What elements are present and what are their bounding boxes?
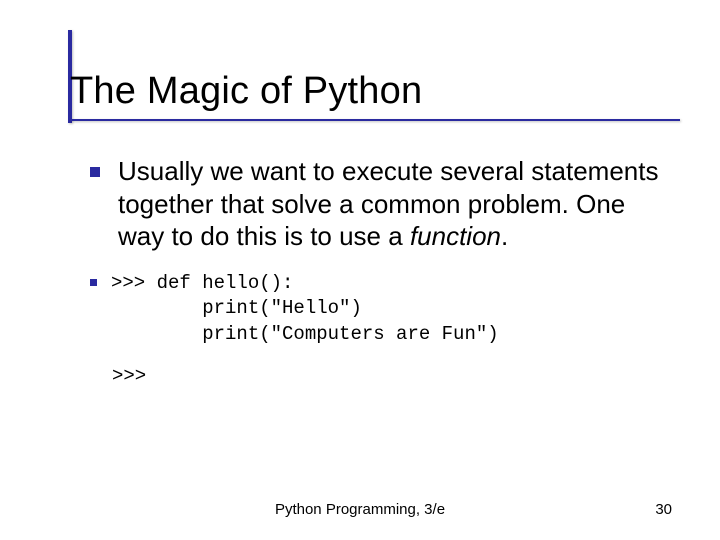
slide-title: The Magic of Python <box>70 70 680 113</box>
bullet-square-icon <box>90 279 97 286</box>
page-number: 30 <box>655 501 672 518</box>
bullet-text-plain: Usually we want to execute several state… <box>118 156 658 251</box>
title-area: The Magic of Python <box>70 70 680 121</box>
bullet-square-icon <box>90 167 100 177</box>
code-line: >>> def hello(): <box>111 272 293 294</box>
slide: The Magic of Python Usually we want to e… <box>0 0 720 540</box>
code-line: print("Computers are Fun") <box>111 323 499 345</box>
code-block: >>> def hello(): print("Hello") print("C… <box>111 271 499 348</box>
title-underline <box>70 119 680 121</box>
footer-center: Python Programming, 3/e <box>0 501 720 518</box>
code-prompt: >>> <box>112 365 675 387</box>
code-line: print("Hello") <box>111 297 362 319</box>
bullet-text-italic: function <box>410 221 501 251</box>
bullet-item: Usually we want to execute several state… <box>90 155 675 253</box>
bullet-item-code: >>> def hello(): print("Hello") print("C… <box>90 271 675 348</box>
bullet-text: Usually we want to execute several state… <box>118 155 675 253</box>
bullet-text-after: . <box>501 221 508 251</box>
slide-body: Usually we want to execute several state… <box>90 155 675 387</box>
